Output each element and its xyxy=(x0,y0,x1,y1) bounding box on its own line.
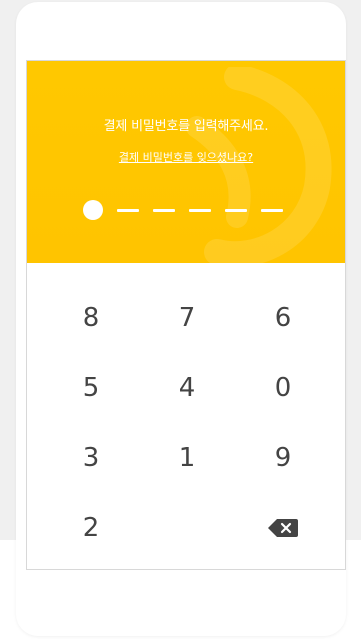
key-blank xyxy=(139,493,235,563)
number-keypad: 8 7 6 5 4 0 3 1 9 2 xyxy=(43,283,331,563)
logo-watermark-icon xyxy=(186,67,332,263)
password-header: 결제 비밀번호를 입력해주세요. 결제 비밀번호를 잊으셨나요? xyxy=(27,61,345,263)
pin-digit-filled xyxy=(83,200,103,220)
key-2[interactable]: 2 xyxy=(43,493,139,563)
pin-digit-empty xyxy=(117,208,139,212)
pin-digit-empty xyxy=(189,208,211,212)
backspace-icon xyxy=(268,519,298,537)
backspace-button[interactable] xyxy=(235,493,331,563)
key-6[interactable]: 6 xyxy=(235,283,331,353)
key-1[interactable]: 1 xyxy=(139,423,235,493)
password-prompt: 결제 비밀번호를 입력해주세요. xyxy=(103,119,269,134)
pin-digit-empty xyxy=(261,208,283,212)
forgot-password-link[interactable]: 결제 비밀번호를 잊으셨나요? xyxy=(27,149,345,165)
key-5[interactable]: 5 xyxy=(43,353,139,423)
pin-digit-empty xyxy=(225,208,247,212)
key-7[interactable]: 7 xyxy=(139,283,235,353)
key-3[interactable]: 3 xyxy=(43,423,139,493)
key-9[interactable]: 9 xyxy=(235,423,331,493)
key-4[interactable]: 4 xyxy=(139,353,235,423)
pin-indicator xyxy=(83,199,283,221)
password-pad: 결제 비밀번호를 입력해주세요. 결제 비밀번호를 잊으셨나요? 8 7 6 5… xyxy=(26,60,346,570)
pin-digit-empty xyxy=(153,208,175,212)
key-0[interactable]: 0 xyxy=(235,353,331,423)
key-8[interactable]: 8 xyxy=(43,283,139,353)
